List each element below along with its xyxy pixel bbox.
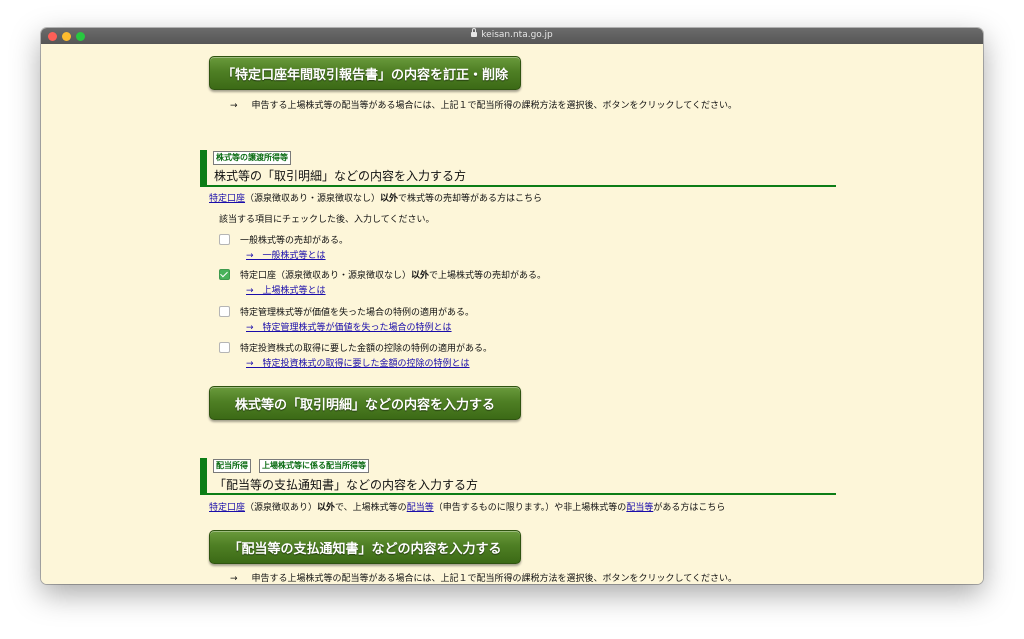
dividends-heading-bar [200, 458, 207, 493]
stocks-intro-rest: で株式等の売却等がある方はこちら [398, 194, 543, 204]
dividends-link-2[interactable]: 配当等 [626, 503, 653, 513]
address-bar[interactable]: keisan.nta.go.jp [41, 28, 983, 40]
dividends-intro-paren: （源泉徴収あり） [245, 503, 318, 513]
enter-dividend-notices-button[interactable]: 「配当等の支払通知書」などの内容を入力する [209, 530, 521, 564]
arrow-icon-2: → [230, 574, 238, 584]
listed-dividend-badge: 上場株式等に係る配当所得等 [259, 459, 369, 473]
edit-delete-report-button[interactable]: 「特定口座年間取引報告書」の内容を訂正・削除 [209, 56, 521, 90]
dividend-badge: 配当所得 [213, 459, 251, 473]
managed-stock-info-link[interactable]: → 特定管理株式等が価値を失った場合の特例とは [246, 320, 452, 333]
stocks-badge: 株式等の譲渡所得等 [213, 151, 291, 165]
tokutei-koza-link-2[interactable]: 特定口座 [209, 503, 245, 513]
stocks-instruction: 該当する項目にチェックした後、入力してください。 [219, 215, 435, 225]
stocks-section-title: 株式等の「取引明細」などの内容を入力する方 [214, 169, 467, 183]
listed-stock-checkbox[interactable] [219, 269, 230, 280]
bottom-note: → 申告する上場株式等の配当等がある場合には、上記１で配当所得の課税方法を選択後、… [230, 571, 737, 584]
tokutei-koza-link[interactable]: 特定口座 [209, 194, 245, 204]
page-content: 「特定口座年間取引報告書」の内容を訂正・削除 → 申告する上場株式等の配当等がある… [41, 44, 983, 584]
listed-stock-label: 特定口座（源泉徴収あり・源泉徴収なし）以外で上場株式等の売却がある。 [240, 268, 546, 281]
stocks-intro-paren: （源泉徴収あり・源泉徴収なし） [245, 194, 381, 204]
url-text: keisan.nta.go.jp [481, 30, 553, 40]
dividends-intro-mid2: （申告するものに限ります。）や非上場株式等の [433, 503, 627, 513]
general-stock-label: 一般株式等の売却がある。 [240, 236, 349, 246]
listed-stock-label-b: で上場株式等の売却がある。 [429, 271, 547, 281]
stocks-intro: 特定口座（源泉徴収あり・源泉徴収なし）以外で株式等の売却等がある方はこちら [209, 191, 542, 204]
dividends-section-title: 「配当等の支払通知書」などの内容を入力する方 [214, 478, 479, 492]
stocks-intro-bold: 以外 [380, 194, 399, 204]
listed-stock-info-link[interactable]: → 上場株式等とは [246, 283, 326, 296]
lock-icon [471, 28, 478, 37]
investment-stock-checkbox[interactable] [219, 342, 230, 353]
listed-stock-label-bold: 以外 [411, 271, 430, 281]
top-note: → 申告する上場株式等の配当等がある場合には、上記１で配当所得の課税方法を選択後、… [230, 98, 737, 111]
title-bar: keisan.nta.go.jp [41, 28, 983, 44]
dividends-intro-end: がある方はこちら [653, 503, 726, 513]
general-stock-checkbox[interactable] [219, 234, 230, 245]
stocks-heading-bar [200, 150, 207, 185]
investment-stock-info-link[interactable]: → 特定投資株式の取得に要した金額の控除の特例とは [246, 356, 470, 369]
browser-window: keisan.nta.go.jp 「特定口座年間取引報告書」の内容を訂正・削除 … [41, 28, 983, 584]
top-note-text: 申告する上場株式等の配当等がある場合には、上記１で配当所得の課税方法を選択後、ボ… [251, 101, 738, 111]
bottom-note-text: 申告する上場株式等の配当等がある場合には、上記１で配当所得の課税方法を選択後、ボ… [251, 574, 738, 584]
managed-stock-label: 特定管理株式等が価値を失った場合の特例の適用がある。 [240, 308, 475, 318]
investment-stock-label: 特定投資株式の取得に要した金額の控除の特例の適用がある。 [240, 344, 493, 354]
dividends-intro-bold: 以外 [317, 503, 336, 513]
dividends-intro-mid: で、上場株式等の [335, 503, 407, 513]
dividends-heading-rule [200, 493, 836, 495]
dividends-link-1[interactable]: 配当等 [407, 503, 434, 513]
arrow-icon: → [230, 101, 238, 111]
enter-stock-transactions-button[interactable]: 株式等の「取引明細」などの内容を入力する [209, 386, 521, 420]
general-stock-info-link[interactable]: → 一般株式等とは [246, 248, 326, 261]
dividends-intro: 特定口座（源泉徴収あり）以外で、上場株式等の配当等（申告するものに限ります。）や… [209, 500, 725, 513]
managed-stock-checkbox[interactable] [219, 306, 230, 317]
listed-stock-label-a: 特定口座（源泉徴収あり・源泉徴収なし） [240, 271, 412, 281]
stocks-heading-rule [200, 185, 836, 187]
